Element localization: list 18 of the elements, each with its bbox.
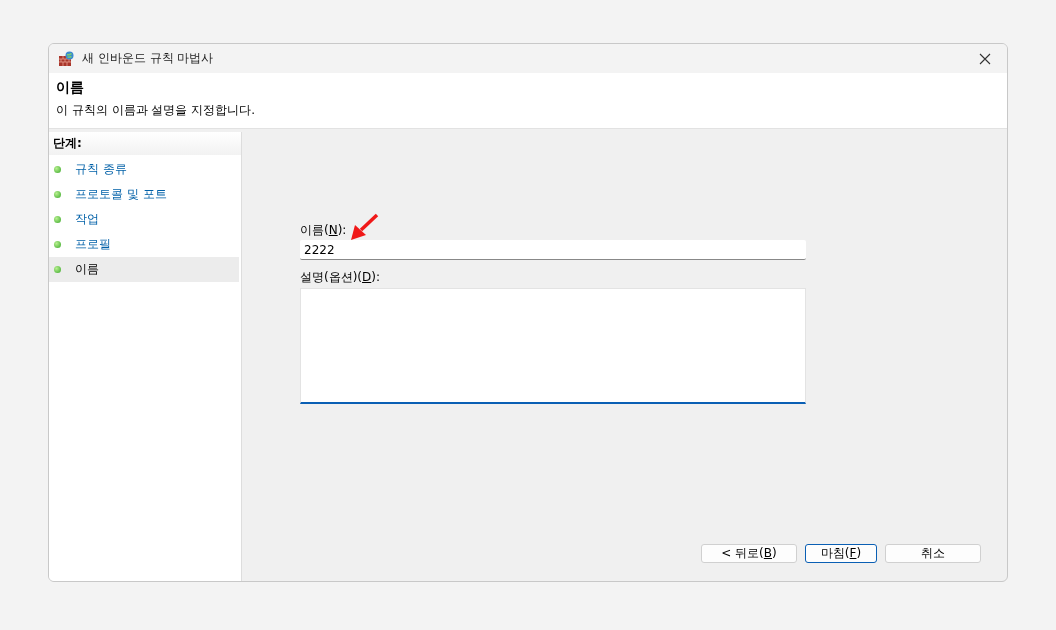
step-item[interactable]: 작업 — [49, 207, 239, 232]
dialog-button[interactable]: 마침(F) — [805, 544, 877, 563]
description-label: 설명(옵션)(D): — [300, 269, 381, 286]
name-field[interactable]: 2222 — [300, 240, 806, 260]
dialog-button[interactable]: < 뒤로(B) — [701, 544, 797, 563]
firewall-icon — [58, 50, 74, 67]
close-icon — [979, 52, 991, 65]
step-item[interactable]: 프로토콜 및 포트 — [49, 182, 239, 207]
page-description: 이 규칙의 이름과 설명을 지정합니다. — [56, 102, 257, 119]
description-field[interactable] — [300, 288, 806, 404]
step-item[interactable]: 규칙 종류 — [49, 157, 239, 182]
page-title: 이름 — [56, 79, 85, 97]
step-item[interactable]: 이름 — [49, 257, 239, 282]
arrow-icon — [349, 213, 379, 241]
dialog-button[interactable]: 취소 — [885, 544, 981, 563]
name-label: 이름(N): — [300, 222, 347, 239]
step-item[interactable]: 프로필 — [49, 232, 239, 257]
window-title: 새 인바운드 규칙 마법사 — [82, 50, 214, 67]
